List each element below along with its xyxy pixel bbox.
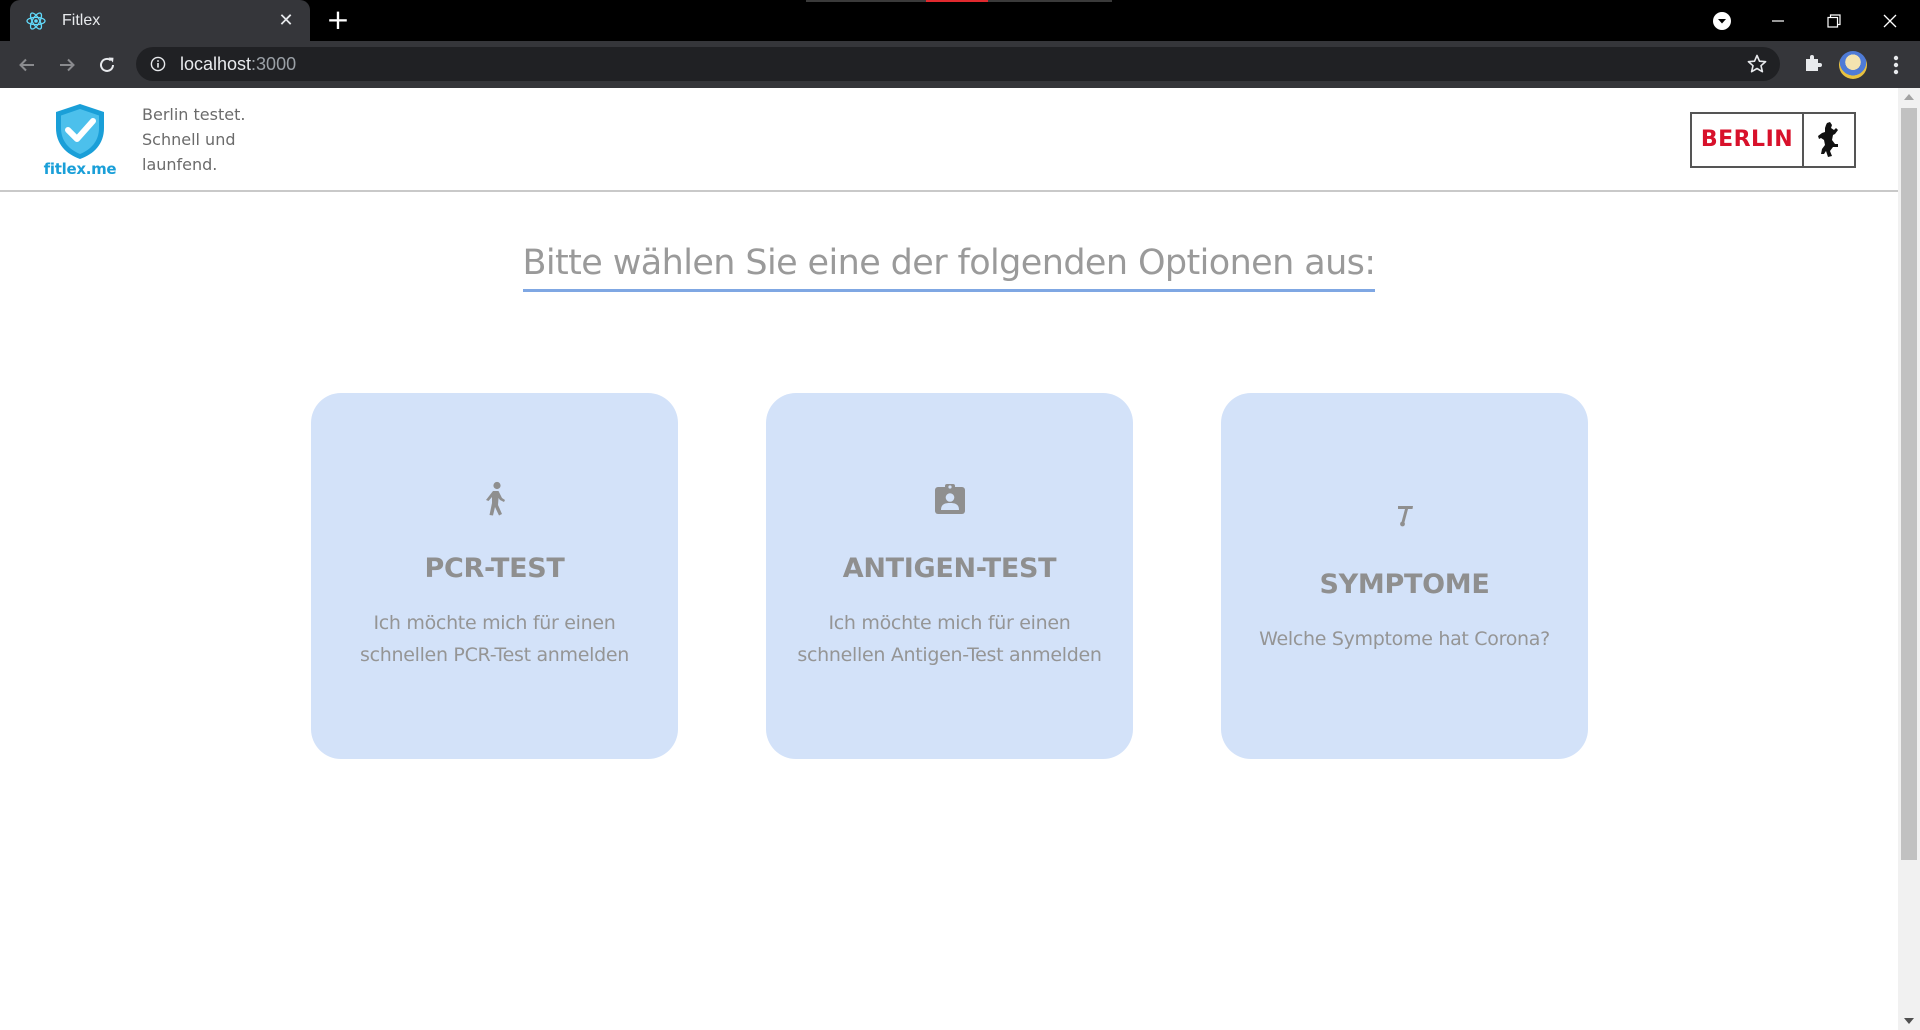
react-atom-icon — [26, 11, 46, 30]
card-title: SYMPTOME — [1319, 569, 1490, 600]
profile-avatar[interactable] — [1839, 51, 1867, 79]
tab-title: Fitlex — [62, 11, 101, 29]
clipboard-person-icon — [934, 484, 965, 514]
card-icon-wrap — [311, 481, 678, 517]
arrow-left-icon — [19, 58, 34, 72]
card-icon-wrap — [766, 483, 1133, 515]
card-title: PCR-TEST — [424, 553, 565, 584]
close-window-icon — [1883, 14, 1897, 27]
chevron-down-circle-icon — [1713, 11, 1731, 30]
minimize-button[interactable] — [1750, 0, 1806, 41]
page-scrollbar[interactable] — [1898, 88, 1920, 1030]
symptome-card[interactable]: SYMPTOME Welche Symptome hat Corona? — [1221, 393, 1588, 759]
back-button[interactable] — [11, 49, 43, 81]
close-window-button[interactable] — [1862, 0, 1918, 41]
tagline-line: Schnell und — [142, 130, 236, 149]
scroll-up-arrow[interactable] — [1904, 94, 1914, 100]
restore-button[interactable] — [1806, 0, 1862, 41]
tagline-line: launfend. — [142, 155, 218, 174]
minimize-icon — [1772, 19, 1784, 22]
reload-icon — [100, 57, 114, 72]
forward-button[interactable] — [51, 49, 83, 81]
berlin-badge-text: BERLIN — [1700, 127, 1794, 152]
card-icon-wrap — [1221, 503, 1588, 527]
walking-person-icon — [485, 481, 505, 516]
url-port: :3000 — [251, 53, 297, 74]
scroll-down-arrow[interactable] — [1904, 1018, 1914, 1024]
pcr-test-card[interactable]: PCR-TEST Ich möchte mich für einen schne… — [311, 393, 678, 759]
close-icon[interactable]: ✕ — [276, 10, 296, 31]
new-tab-button[interactable]: + — [324, 6, 352, 35]
media-control-button[interactable] — [1694, 0, 1750, 41]
card-title: ANTIGEN-TEST — [842, 553, 1057, 584]
url-host: localhost — [180, 53, 252, 74]
card-desc: Welche Symptome hat Corona? — [1259, 628, 1550, 650]
card-desc: Ich möchte mich für einen schnellen Anti… — [797, 612, 1102, 666]
antigen-test-card[interactable]: ANTIGEN-TEST Ich möchte mich für einen s… — [766, 393, 1133, 759]
page-viewport: fitlex.me Berlin testet. Schnell und lau… — [0, 88, 1898, 1030]
shield-check-icon — [56, 104, 104, 159]
logo-text: fitlex.me — [43, 160, 117, 178]
address-bar[interactable]: localhost:3000 — [136, 47, 1780, 81]
kebab-menu-icon[interactable] — [1884, 51, 1908, 79]
thermometer-icon — [1397, 506, 1413, 527]
fitlex-logo[interactable]: fitlex.me — [40, 102, 120, 178]
arrow-right-icon — [60, 58, 75, 72]
puzzle-icon[interactable] — [1802, 52, 1824, 74]
browser-tab[interactable]: Fitlex ✕ — [10, 0, 310, 41]
star-icon[interactable] — [1746, 53, 1768, 75]
page-headline: Bitte wählen Sie eine der folgenden Opti… — [0, 243, 1898, 292]
tab-strip-indicator — [806, 0, 1112, 2]
scrollbar-thumb[interactable] — [1901, 108, 1917, 860]
berlin-bear-cell — [1802, 114, 1854, 166]
reload-button[interactable] — [91, 49, 123, 81]
site-header: fitlex.me Berlin testet. Schnell und lau… — [0, 88, 1898, 192]
tagline-line: Berlin testet. — [142, 105, 246, 124]
berlin-badge[interactable]: BERLIN — [1690, 112, 1856, 168]
headline-text: Bitte wählen Sie eine der folgenden Opti… — [522, 243, 1376, 292]
restore-icon — [1827, 13, 1841, 28]
browser-toolbar: localhost:3000 — [0, 41, 1920, 88]
berlin-bear-icon — [1818, 122, 1838, 157]
tagline: Berlin testet. Schnell und launfend. — [142, 102, 282, 177]
card-desc: Ich möchte mich für einen schnellen PCR-… — [359, 612, 630, 666]
info-icon[interactable] — [150, 56, 166, 72]
browser-titlebar: Fitlex ✕ + — [0, 0, 1920, 41]
